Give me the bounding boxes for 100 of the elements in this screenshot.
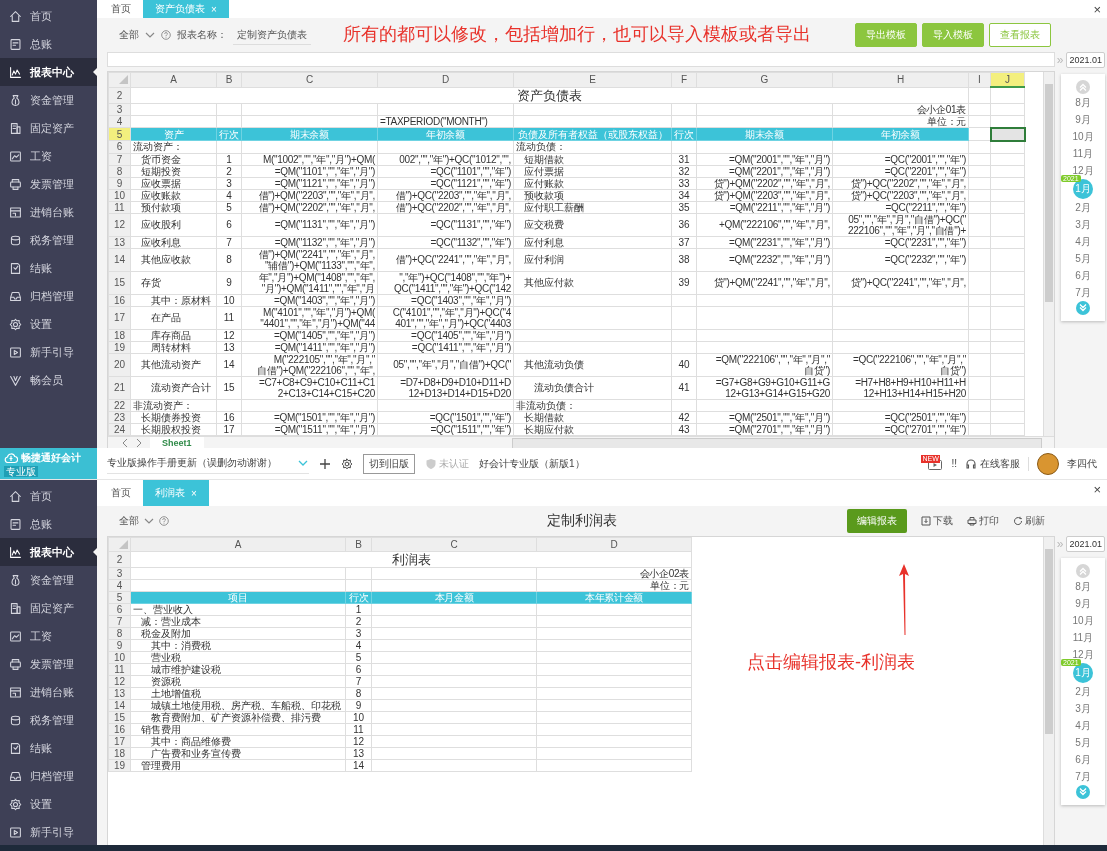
month-item[interactable]: 6月	[1073, 267, 1093, 284]
online-support-link[interactable]: 在线客服	[980, 456, 1020, 471]
row-header[interactable]: 21	[108, 376, 131, 399]
table-cell: 17	[216, 423, 242, 435]
column-header[interactable]: D	[377, 72, 514, 87]
sidebar-item[interactable]: 发票管理	[0, 170, 97, 198]
sidebar-item[interactable]: 结账	[0, 734, 97, 762]
sidebar-item[interactable]: 归档管理	[0, 282, 97, 310]
sidebar-item[interactable]: 设置	[0, 310, 97, 338]
sheet-tab[interactable]: Sheet1	[150, 436, 204, 448]
month-item[interactable]: 5月	[1073, 250, 1093, 267]
month-item[interactable]: 2月	[1073, 199, 1093, 216]
sidebar-item[interactable]: 畅会员	[0, 366, 97, 394]
month-item[interactable]: 7月	[1073, 768, 1093, 785]
column-header[interactable]: I	[968, 72, 991, 87]
close-button[interactable]: ×	[1093, 482, 1101, 497]
month-item[interactable]: 7月	[1073, 284, 1093, 301]
table-cell: 其他流动负债	[513, 353, 672, 376]
period-field[interactable]: 2021.01	[1066, 52, 1105, 68]
table-cell: 13	[216, 341, 242, 353]
row-header[interactable]: 17	[108, 306, 131, 329]
month-item[interactable]: 11月	[1072, 629, 1094, 646]
sidebar-item[interactable]: 进销台账	[0, 198, 97, 226]
sidebar-item[interactable]: 首页	[0, 2, 97, 30]
sidebar-label: 归档管理	[30, 288, 74, 304]
period-field[interactable]: 2021.01	[1066, 536, 1105, 552]
user-name[interactable]: 李四代	[1067, 456, 1097, 471]
sidebar-item[interactable]: 资金管理	[0, 86, 97, 114]
sidebar-item[interactable]: 固定资产	[0, 114, 97, 142]
toolbar-action[interactable]: 刷新	[1013, 514, 1045, 528]
column-header[interactable]: H	[832, 72, 969, 87]
toolbar-action[interactable]: 打印	[967, 514, 999, 528]
table-cell: M("1002","","年","月")+QM(	[241, 153, 378, 165]
month-item[interactable]: 5月	[1073, 734, 1093, 751]
month-item[interactable]: 9月	[1073, 111, 1093, 128]
column-header[interactable]: G	[696, 72, 833, 87]
column-header[interactable]: F	[671, 72, 697, 87]
switch-version-button[interactable]: 切到旧版	[363, 453, 415, 474]
sidebar-item[interactable]: 工资	[0, 622, 97, 650]
table-cell: 短期借款	[513, 153, 672, 165]
scope-dropdown[interactable]: 全部	[119, 28, 139, 42]
sidebar-label: 首页	[30, 488, 52, 504]
column-header[interactable]: C	[371, 537, 537, 552]
column-header[interactable]: B	[345, 537, 372, 552]
month-item[interactable]: 6月	[1073, 751, 1093, 768]
table-cell: 5	[345, 651, 372, 664]
sidebar-item[interactable]: 新手引导	[0, 818, 97, 845]
column-header[interactable]: A	[130, 72, 217, 87]
tab[interactable]: 首页	[105, 0, 137, 18]
month-item[interactable]: 10月	[1072, 128, 1094, 145]
row-header[interactable]: 14	[108, 248, 131, 271]
annotation-text: 所有的都可以修改，包括增加行，也可以导入模板或者导出	[343, 23, 811, 46]
sidebar-item[interactable]: 总账	[0, 30, 97, 58]
table-cell: =QC("2001","","年")	[832, 153, 969, 165]
table-cell: 借")+QC("2203","","年","月",	[377, 189, 514, 201]
sidebar-item[interactable]: 结账	[0, 254, 97, 282]
month-item[interactable]: 10月	[1072, 612, 1094, 629]
month-item[interactable]: 3月	[1073, 700, 1093, 717]
sidebar-item[interactable]: 税务管理	[0, 706, 97, 734]
table-cell: =G7+G8+G9+G10+G11+G 12+G13+G14+G15+G20	[696, 376, 833, 399]
month-item[interactable]: 4月	[1073, 233, 1093, 250]
month-item[interactable]: 9月	[1073, 595, 1093, 612]
report-name-field[interactable]: 定制资产负债表	[233, 25, 311, 45]
scope-dropdown[interactable]: 全部	[119, 514, 139, 528]
sidebar-item[interactable]: 固定资产	[0, 594, 97, 622]
column-header[interactable]: C	[241, 72, 378, 87]
company-selector[interactable]: 专业版操作手册更新（误删勿动谢谢）	[107, 456, 277, 470]
sidebar-item[interactable]: 资金管理	[0, 566, 97, 594]
month-item[interactable]: 3月	[1073, 216, 1093, 233]
month-item[interactable]: 2月	[1073, 683, 1093, 700]
tab[interactable]: 首页	[105, 480, 137, 506]
month-item[interactable]: 8月	[1073, 94, 1093, 111]
sidebar-item[interactable]: 发票管理	[0, 650, 97, 678]
sidebar-item[interactable]: 报表中心	[0, 58, 97, 86]
sidebar-item[interactable]: 首页	[0, 482, 97, 510]
sidebar-item[interactable]: 新手引导	[0, 338, 97, 366]
sidebar-item[interactable]: 报表中心	[0, 538, 97, 566]
sidebar-item[interactable]: 总账	[0, 510, 97, 538]
column-header[interactable]: J	[990, 72, 1025, 87]
row-header[interactable]: 15	[108, 271, 131, 294]
column-header[interactable]: B	[216, 72, 242, 87]
table-cell: 12	[216, 329, 242, 341]
sidebar-item[interactable]: 归档管理	[0, 762, 97, 790]
close-button[interactable]: ×	[1093, 2, 1101, 17]
table-cell: 长期应付款	[513, 423, 672, 435]
column-header[interactable]: D	[536, 537, 692, 552]
toolbar-action[interactable]: 下载	[921, 514, 953, 528]
sidebar-item[interactable]: 工资	[0, 142, 97, 170]
column-header[interactable]: A	[130, 537, 346, 552]
month-item[interactable]: 11月	[1072, 145, 1094, 162]
month-item[interactable]: 4月	[1073, 717, 1093, 734]
sidebar-item[interactable]: 税务管理	[0, 226, 97, 254]
table-cell: 借")+QC("2202","","年","月",	[377, 201, 514, 213]
sidebar-item[interactable]: 进销台账	[0, 678, 97, 706]
row-header[interactable]: 20	[108, 353, 131, 376]
sidebar-label: 设置	[30, 796, 52, 812]
sidebar-item[interactable]: 设置	[0, 790, 97, 818]
month-item[interactable]: 8月	[1073, 578, 1093, 595]
column-header[interactable]: E	[513, 72, 672, 87]
row-header[interactable]: 12	[108, 213, 131, 236]
